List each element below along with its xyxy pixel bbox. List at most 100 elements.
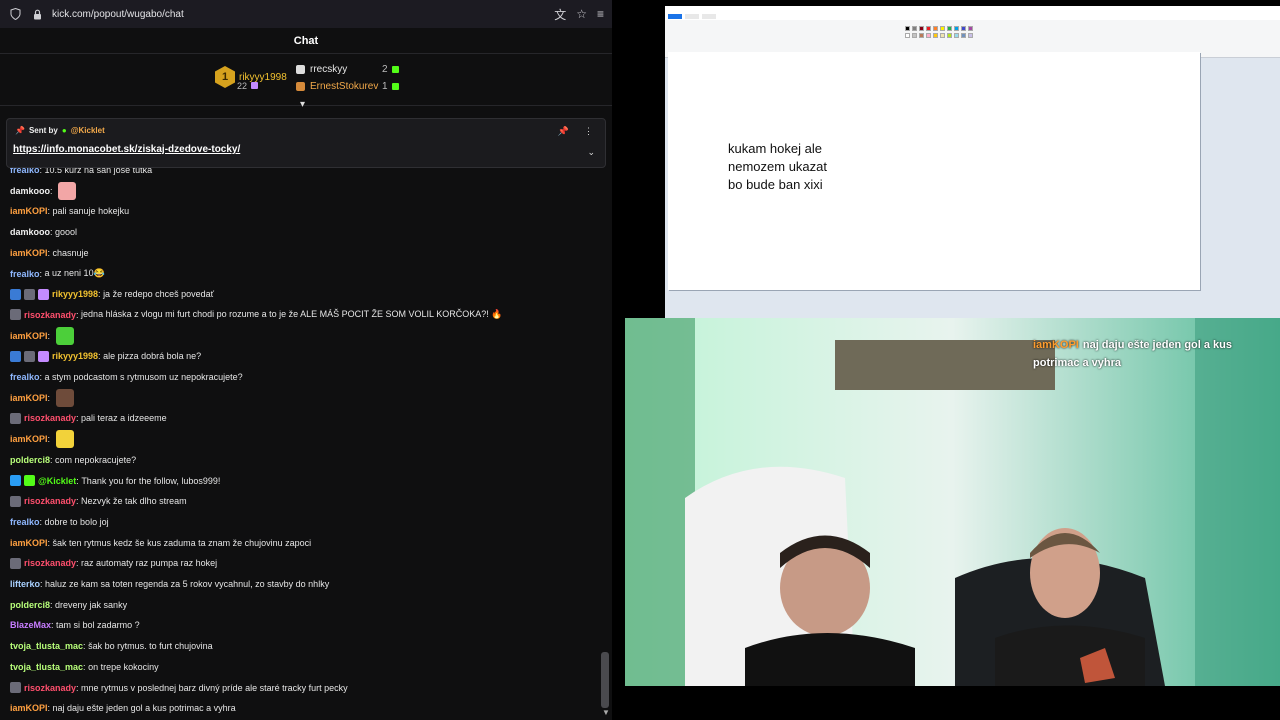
- chat-username[interactable]: iamKOPI: [10, 331, 48, 341]
- color-swatch[interactable]: [912, 33, 917, 38]
- color-swatch[interactable]: [940, 26, 945, 31]
- color-swatch[interactable]: [961, 26, 966, 31]
- unpin-icon[interactable]: 📌: [558, 126, 569, 137]
- shield-icon[interactable]: [8, 7, 22, 21]
- color-swatch[interactable]: [905, 33, 910, 38]
- bookmark-star-icon[interactable]: ☆: [576, 7, 587, 21]
- chat-username[interactable]: @Kicklet: [38, 476, 76, 486]
- chat-username[interactable]: tvoja_tlusta_mac: [10, 662, 83, 672]
- chat-message[interactable]: polderci8: dreveny jak sanky: [10, 597, 127, 613]
- color-swatch[interactable]: [954, 33, 959, 38]
- chat-message[interactable]: damkooo: goool: [10, 224, 77, 240]
- pinned-message[interactable]: 📌 Sent by ● @Kicklet https://info.monaco…: [6, 118, 606, 168]
- chat-message[interactable]: iamKOPI:: [10, 388, 74, 407]
- chat-message[interactable]: polderci8: com nepokracujete?: [10, 452, 136, 468]
- leaderboard-name[interactable]: ErnestStokurev: [310, 81, 380, 92]
- chat-message[interactable]: risozkanady: pali teraz a idzeeeme: [10, 410, 167, 426]
- paint-canvas[interactable]: kukam hokej ale nemozem ukazat bo bude b…: [668, 52, 1200, 290]
- chat-message-text: naj daju ešte jeden gol a kus potrimac a…: [52, 703, 236, 714]
- chat-username[interactable]: iamKOPI: [10, 538, 48, 548]
- chat-message[interactable]: risozkanady: Nezvyk že tak dlho stream: [10, 493, 187, 509]
- chat-message[interactable]: frealko: a uz neni 10😂: [10, 266, 105, 282]
- tab-home[interactable]: [685, 14, 699, 19]
- chat-scrollbar[interactable]: [601, 652, 609, 708]
- color-swatch[interactable]: [947, 33, 952, 38]
- chat-username[interactable]: frealko: [10, 372, 40, 382]
- chat-username[interactable]: lifterko: [10, 579, 40, 589]
- chat-message[interactable]: iamKOPI: pali sanuje hokejku: [10, 203, 129, 219]
- color-swatch[interactable]: [926, 33, 931, 38]
- chat-username[interactable]: risozkanady: [24, 683, 76, 693]
- translate-icon[interactable]: 文: [554, 6, 566, 23]
- color-swatch[interactable]: [947, 26, 952, 31]
- chat-username[interactable]: frealko: [10, 269, 40, 279]
- scroll-down-icon[interactable]: ▼: [602, 708, 610, 717]
- chat-message[interactable]: damkooo:: [10, 181, 77, 200]
- chat-message[interactable]: rikyyy1998: ja že redepo chceš povedať: [10, 286, 214, 302]
- pinned-sender-name[interactable]: @Kicklet: [71, 126, 105, 135]
- color-swatch[interactable]: [933, 33, 938, 38]
- url-text[interactable]: kick.com/popout/wugabo/chat: [52, 9, 544, 20]
- chat-username[interactable]: risozkanady: [24, 310, 76, 320]
- address-bar[interactable]: kick.com/popout/wugabo/chat 文 ☆ ≡: [0, 0, 612, 28]
- color-swatch[interactable]: [926, 26, 931, 31]
- chat-username[interactable]: iamKOPI: [10, 393, 48, 403]
- collapse-icon[interactable]: ▾: [300, 99, 305, 110]
- chat-username[interactable]: BlazeMax: [10, 620, 51, 630]
- color-swatch[interactable]: [954, 26, 959, 31]
- paint-titlebar[interactable]: [665, 6, 1280, 14]
- chat-message[interactable]: iamKOPI: chasnuje: [10, 245, 89, 261]
- chat-message[interactable]: tvoja_tlusta_mac: on trepe kokociny: [10, 659, 159, 675]
- chat-username[interactable]: iamKOPI: [10, 248, 48, 258]
- leaderboard-top[interactable]: 1 rikyyy1998 22: [215, 66, 287, 91]
- chat-message-list[interactable]: frealko: 10.5 kurz na san jose tutka damk…: [0, 160, 600, 720]
- color-swatch[interactable]: [940, 33, 945, 38]
- chat-username[interactable]: polderci8: [10, 600, 50, 610]
- chevron-down-icon[interactable]: ⌄: [587, 147, 595, 158]
- chat-message[interactable]: risozkanady: mne rytmus v poslednej barz…: [10, 680, 348, 696]
- chat-message[interactable]: rikyyy1998: ale pizza dobrá bola ne?: [10, 348, 201, 364]
- chat-message[interactable]: iamKOPI: naj daju ešte jeden gol a kus p…: [10, 700, 236, 716]
- chat-username[interactable]: risozkanady: [24, 558, 76, 568]
- chat-message[interactable]: @Kicklet: Thank you for the follow, lubo…: [10, 473, 220, 489]
- color-swatch[interactable]: [933, 26, 938, 31]
- tab-file[interactable]: [668, 14, 682, 19]
- chat-username[interactable]: polderci8: [10, 455, 50, 465]
- reader-menu-icon[interactable]: ≡: [597, 7, 604, 21]
- chat-message[interactable]: frealko: dobre to bolo joj: [10, 514, 109, 530]
- leaderboard-row-2[interactable]: rrecskyy 2: [296, 64, 399, 75]
- chat-username[interactable]: rikyyy1998: [52, 289, 98, 299]
- chat-message[interactable]: tvoja_tlusta_mac: šak bo rytmus. to furt…: [10, 638, 213, 654]
- chat-username[interactable]: iamKOPI: [10, 434, 48, 444]
- lock-icon[interactable]: [30, 7, 44, 21]
- chat-username[interactable]: damkooo: [10, 227, 50, 237]
- chat-message[interactable]: risozkanady: raz automaty raz pumpa raz …: [10, 555, 217, 571]
- chat-username[interactable]: iamKOPI: [10, 206, 48, 216]
- pinned-link[interactable]: https://info.monacobet.sk/ziskaj-dzedove…: [13, 144, 240, 155]
- color-swatch[interactable]: [968, 33, 973, 38]
- chat-username[interactable]: tvoja_tlusta_mac: [10, 641, 83, 651]
- chat-username[interactable]: risozkanady: [24, 413, 76, 423]
- chat-message[interactable]: iamKOPI:: [10, 326, 74, 345]
- color-swatch[interactable]: [919, 33, 924, 38]
- chat-message[interactable]: BlazeMax: tam si bol zadarmo ?: [10, 617, 140, 633]
- color-swatch[interactable]: [912, 26, 917, 31]
- color-swatch[interactable]: [905, 26, 910, 31]
- color-swatch[interactable]: [961, 33, 966, 38]
- chat-message[interactable]: frealko: a stym podcastom s rytmusom uz …: [10, 369, 243, 385]
- chat-message[interactable]: iamKOPI:: [10, 430, 74, 449]
- chat-username[interactable]: frealko: [10, 517, 40, 527]
- leaderboard-name[interactable]: rrecskyy: [310, 64, 380, 75]
- leaderboard-row-3[interactable]: ErnestStokurev 1: [296, 81, 399, 92]
- chat-username[interactable]: risozkanady: [24, 496, 76, 506]
- chat-message[interactable]: lifterko: haluz ze kam sa toten regenda …: [10, 576, 329, 592]
- color-swatch[interactable]: [968, 26, 973, 31]
- chat-message[interactable]: risozkanady: jedna hláska z vlogu mi fur…: [10, 307, 502, 323]
- more-options-icon[interactable]: ⋮: [584, 126, 593, 137]
- tab-view[interactable]: [702, 14, 716, 19]
- chat-username[interactable]: rikyyy1998: [52, 351, 98, 361]
- chat-message[interactable]: iamKOPI: šak ten rytmus kedz še kus zadu…: [10, 535, 311, 551]
- chat-username[interactable]: damkooo: [10, 186, 50, 196]
- chat-username[interactable]: iamKOPI: [10, 703, 48, 713]
- color-swatch[interactable]: [919, 26, 924, 31]
